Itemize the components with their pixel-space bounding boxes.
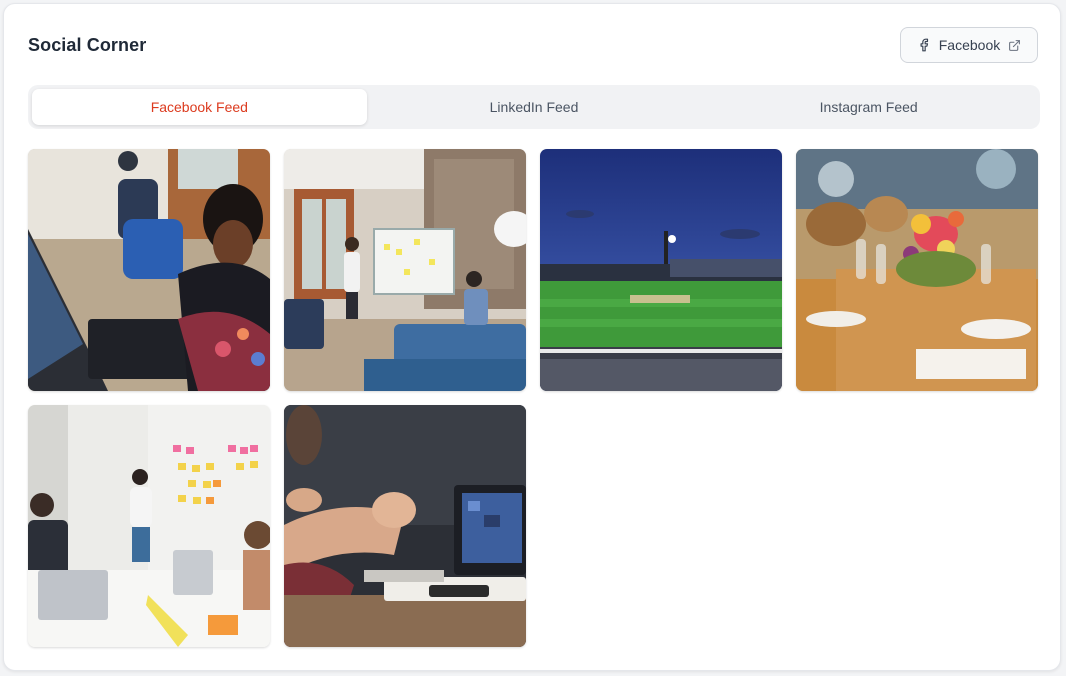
- social-corner-card: Social Corner Facebook Facebook Feed Lin…: [3, 3, 1061, 671]
- sticky-notes-meeting-photo: [28, 405, 270, 647]
- feed-image-sticky-notes[interactable]: [28, 405, 270, 647]
- tab-instagram-feed[interactable]: Instagram Feed: [701, 89, 1036, 125]
- facebook-icon: [917, 38, 931, 52]
- cricket-stadium-photo: [540, 149, 782, 391]
- tab-facebook-feed[interactable]: Facebook Feed: [32, 89, 367, 125]
- facebook-link-label: Facebook: [938, 37, 1001, 53]
- whiteboard-presentation-photo: [284, 149, 526, 391]
- feed-image-banquet[interactable]: [796, 149, 1038, 391]
- tab-linkedin-feed[interactable]: LinkedIn Feed: [367, 89, 702, 125]
- external-link-icon: [1008, 39, 1021, 52]
- facebook-link-button[interactable]: Facebook: [900, 27, 1038, 63]
- feed-image-laptop-discussion[interactable]: [284, 405, 526, 647]
- page-title: Social Corner: [28, 35, 147, 55]
- feed-image-coworkers[interactable]: [28, 149, 270, 391]
- feed-tabs: Facebook Feed LinkedIn Feed Instagram Fe…: [28, 85, 1040, 129]
- laptop-hands-discussion-photo: [284, 405, 526, 647]
- feed-image-stadium[interactable]: [540, 149, 782, 391]
- banquet-table-photo: [796, 149, 1038, 391]
- coworkers-laptop-photo: [28, 149, 270, 391]
- feed-image-presentation[interactable]: [284, 149, 526, 391]
